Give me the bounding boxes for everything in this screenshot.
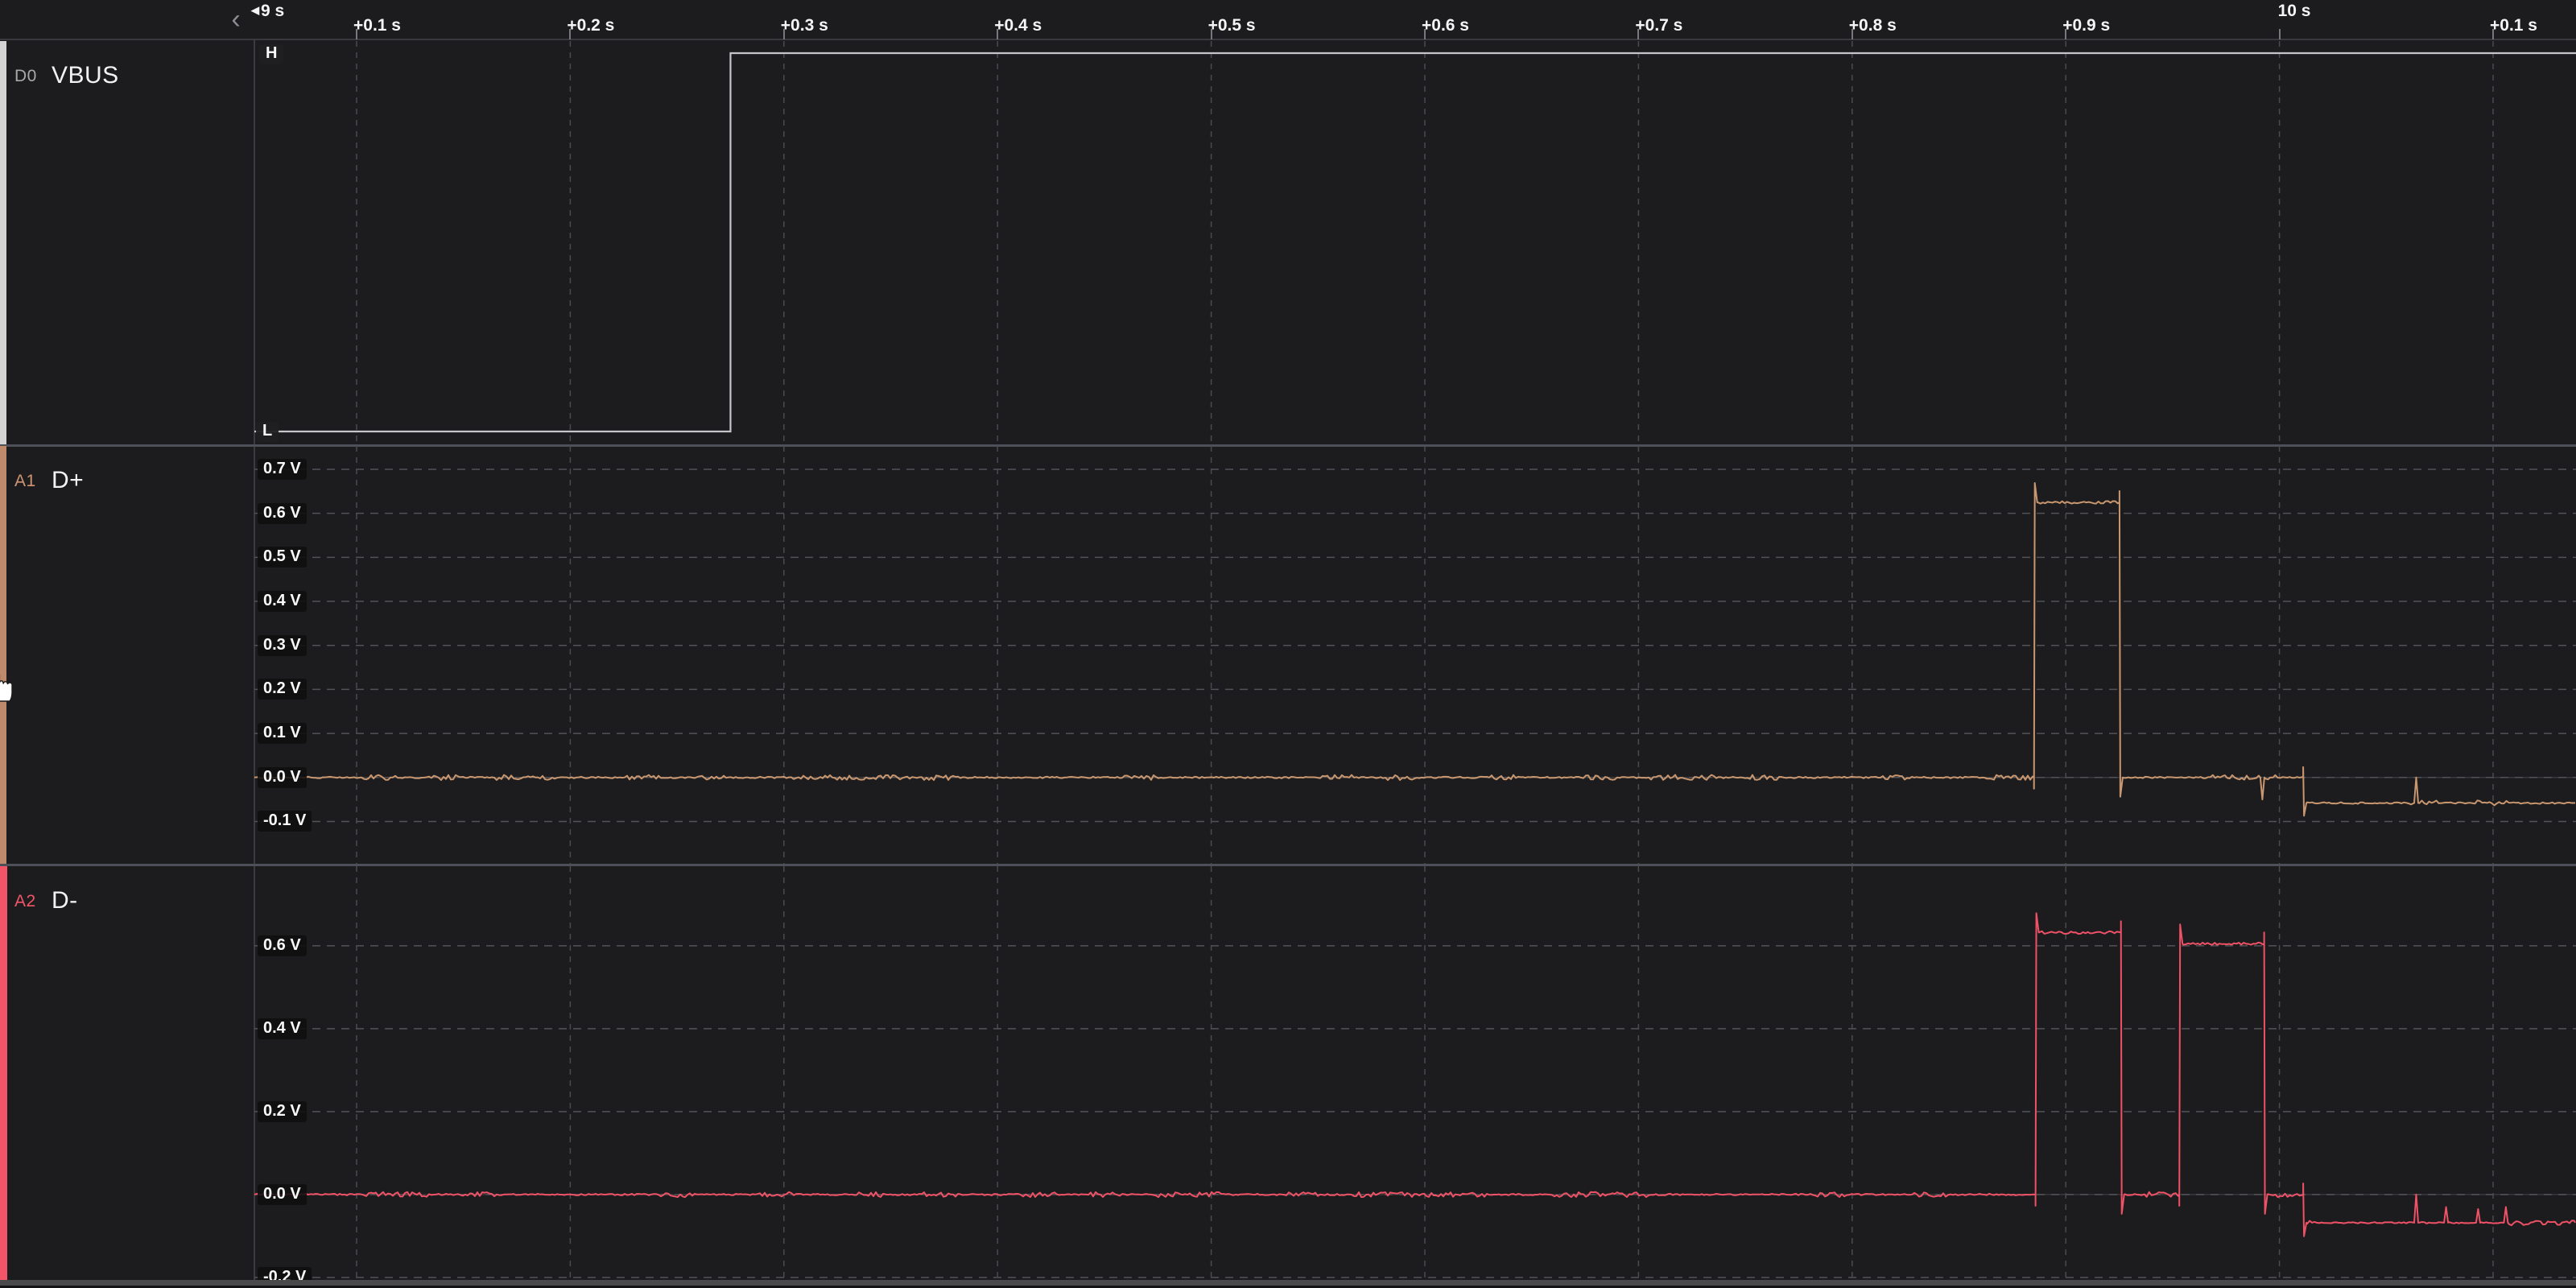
ruler-label-minor: +0.8 s [1849, 16, 1897, 35]
offscreen-left-arrow-icon: ◀ [251, 4, 259, 16]
ruler-tick [2065, 29, 2066, 39]
horizontal-scrollbar[interactable] [0, 1280, 2576, 1286]
ruler-label-minor: +0.7 s [1635, 16, 1682, 35]
ruler-tick [2279, 29, 2281, 39]
ruler-label-minor: +0.3 s [781, 16, 828, 35]
y-axis-label: 0.6 V [258, 503, 307, 524]
ruler-tick [783, 29, 785, 39]
collapse-panel-chevron-icon[interactable]: ‹ [224, 3, 248, 35]
ruler-label-minor: +0.1 s [353, 16, 401, 35]
ruler-tick [997, 29, 998, 39]
ruler-tick [1424, 29, 1426, 39]
ruler-tick [356, 29, 357, 39]
ruler-tick [1637, 29, 1639, 39]
y-axis-label: 0.5 V [258, 547, 307, 568]
y-axis-label: 0.2 V [258, 1101, 307, 1122]
ruler-label-minor: +0.2 s [567, 16, 614, 35]
ruler-tick [2492, 29, 2494, 39]
waveform-area-vbus[interactable]: HL [0, 41, 2576, 444]
ruler-label-minor: +0.5 s [1208, 16, 1256, 35]
ruler-label-minor: +0.9 s [2062, 16, 2110, 35]
y-axis-label: 0.7 V [258, 459, 307, 480]
channel-row-vbus: D0 VBUS HL [0, 41, 2576, 444]
waveform-area-dplus[interactable]: 0.7 V 0.6 V 0.5 V 0.4 V 0.3 V 0.2 V 0.1 V 0.0 V… [0, 446, 2576, 864]
digital-low-marker: L [256, 422, 279, 442]
y-axis-label: 0.1 V [258, 723, 307, 744]
channel-row-dplus: A1 D+ 0.7 V0.6 V0.5 V0.4 V0.3 V0.2 V0.1 … [0, 446, 2576, 864]
ruler-label-major: 10 s [2278, 2, 2311, 21]
ruler-label-major: ◀9 s [251, 2, 284, 21]
y-axis-label: -0.1 V [258, 811, 312, 832]
ruler-tick [1852, 29, 1853, 39]
ruler-label-minor: +0.6 s [1422, 16, 1469, 35]
y-axis-label: 0.3 V [258, 635, 307, 656]
y-axis-label: 0.2 V [258, 679, 307, 700]
channel-row-dminus: A2 D- 0.6 V0.4 V0.2 V0.0 V-0.2 V [0, 866, 2576, 1280]
ruler-label-minor: +0.1 s [2490, 16, 2537, 35]
ruler-label-minor: +0.4 s [994, 16, 1042, 35]
y-axis-label: 0.0 V [258, 1184, 307, 1205]
time-ruler[interactable]: ‹ +0.1 s +0.2 s +0.3 s +0.4 s +0.5 s +0.6 s +0… [0, 0, 2576, 40]
ruler-tick [1211, 29, 1212, 39]
y-axis-label: 0.6 V [258, 935, 307, 956]
y-axis-label: 0.4 V [258, 591, 307, 612]
y-axis-label: 0.4 V [258, 1018, 307, 1039]
mouse-cursor-hand-icon [0, 671, 14, 703]
logic-analyzer-app: ‹ +0.1 s +0.2 s +0.3 s +0.4 s +0.5 s +0.6 s +0… [0, 0, 2576, 1288]
digital-high-marker: H [259, 44, 283, 64]
waveform-area-dminus[interactable]: 0.6 V0.4 V0.2 V0.0 V-0.2 V [0, 866, 2576, 1280]
ruler-tick [569, 29, 571, 39]
y-axis-label: 0.0 V [258, 767, 307, 788]
